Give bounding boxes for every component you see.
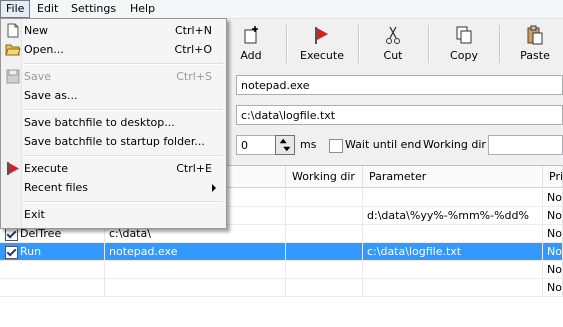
cell-workdir [286, 279, 363, 297]
cell-name [0, 261, 105, 279]
add-label: Add [240, 49, 262, 62]
menu-edit[interactable]: Edit [32, 1, 63, 17]
menu-item-label: Open... [24, 43, 64, 56]
cell-parameter: d:\data\%yy%-%mm%-%dd% [363, 207, 543, 225]
menu-item-label: Save [24, 70, 52, 83]
copy-icon [456, 26, 472, 44]
cell-priority: Nor [543, 189, 563, 207]
add-icon [244, 26, 258, 44]
menu-item-recent-files[interactable]: Recent files [3, 178, 224, 197]
menu-item-shortcut: Ctrl+O [174, 43, 212, 56]
menu-item-shortcut: Ctrl+E [176, 162, 212, 175]
execute-label: Execute [300, 49, 344, 62]
table-row[interactable]: Nor [0, 279, 563, 297]
row-enabled-checkbox[interactable] [5, 228, 18, 241]
open-folder-icon [5, 44, 21, 56]
file-menu-dropdown: New Ctrl+N Open... Ctrl+O Save Ctrl+S Sa… [0, 18, 227, 229]
working-dir-field[interactable] [488, 135, 563, 155]
cell-name [0, 279, 105, 297]
menu-separator [23, 155, 223, 157]
paste-button[interactable]: Paste [502, 23, 563, 65]
menu-file[interactable]: File [0, 0, 31, 18]
toolbar-separator [428, 25, 430, 63]
menu-separator [23, 109, 223, 111]
ms-label: ms [300, 138, 317, 151]
cell-parameter [363, 261, 543, 279]
save-disk-icon [6, 69, 20, 84]
cell-priority: Nor [543, 225, 563, 243]
cell-parameter [363, 189, 543, 207]
cell-parameter: c:\data\logfile.txt [363, 243, 543, 261]
cut-label: Cut [383, 49, 403, 62]
menu-settings[interactable]: Settings [66, 1, 121, 17]
copy-button[interactable]: Copy [431, 23, 497, 65]
parameter-field[interactable]: c:\data\logfile.txt [236, 105, 563, 125]
wait-until-end-label: Wait until end [345, 138, 422, 151]
menu-item-shortcut: Ctrl+S [176, 70, 212, 83]
cell-program: notepad.exe [105, 243, 286, 261]
menu-item-exit[interactable]: Exit [3, 205, 224, 224]
execute-icon [7, 162, 19, 175]
menu-item-shortcut: Ctrl+N [174, 24, 212, 37]
program-field[interactable]: notepad.exe [236, 75, 563, 95]
menu-help[interactable]: Help [125, 1, 160, 17]
copy-label: Copy [450, 49, 478, 62]
menu-item-execute[interactable]: Execute Ctrl+E [3, 159, 224, 178]
cell-program [105, 261, 286, 279]
menu-separator [23, 63, 223, 65]
wait-until-end-checkbox[interactable] [329, 139, 343, 153]
delay-spinner[interactable] [275, 135, 295, 155]
toolbar-separator [499, 25, 501, 63]
header-working-dir[interactable]: Working dir [286, 166, 363, 188]
menu-item-label: Exit [24, 208, 45, 221]
menu-item-label: Save as... [24, 89, 78, 102]
menu-item-save[interactable]: Save Ctrl+S [3, 67, 224, 86]
new-file-icon [7, 23, 19, 38]
menu-item-open[interactable]: Open... Ctrl+O [3, 40, 224, 59]
working-dir-label: Working dir [423, 138, 486, 151]
toolbar-separator [286, 25, 288, 63]
submenu-arrow-icon [212, 184, 216, 192]
menu-item-save-as[interactable]: Save as... [3, 86, 224, 105]
menu-item-save-batch-desktop[interactable]: Save batchfile to desktop... [3, 113, 224, 132]
cell-workdir [286, 261, 363, 279]
header-priority[interactable]: Pri [543, 166, 563, 188]
menu-item-label: Recent files [24, 181, 88, 194]
cut-icon [386, 26, 400, 44]
menu-item-label: New [24, 24, 48, 37]
table-row[interactable]: Nor [0, 261, 563, 279]
cell-workdir [286, 225, 363, 243]
cell-parameter [363, 279, 543, 297]
add-button[interactable]: Add [218, 23, 284, 65]
menu-bar: File Edit Settings Help [0, 0, 563, 19]
cell-parameter [363, 225, 543, 243]
execute-icon [315, 27, 328, 44]
paste-label: Paste [520, 49, 550, 62]
cell-priority: Nor [543, 279, 563, 297]
cell-program [105, 279, 286, 297]
execute-button[interactable]: Execute [289, 23, 355, 65]
cell-priority: Nor [543, 207, 563, 225]
cell-workdir [286, 207, 363, 225]
spinner-arrows-icon [279, 138, 291, 152]
paste-icon [527, 25, 543, 45]
cell-priority: Nor [543, 243, 563, 261]
menu-item-label: Execute [24, 162, 68, 175]
header-parameter[interactable]: Parameter [363, 166, 543, 188]
cell-priority: Nor [543, 261, 563, 279]
menu-item-label: Save batchfile to startup folder... [24, 135, 205, 148]
row-enabled-checkbox[interactable] [5, 246, 18, 259]
cell-workdir [286, 189, 363, 207]
menu-separator [23, 201, 223, 203]
table-row-selected[interactable]: Run notepad.exe c:\data\logfile.txt Nor [0, 243, 563, 261]
menu-item-new[interactable]: New Ctrl+N [3, 21, 224, 40]
cut-button[interactable]: Cut [360, 23, 426, 65]
menu-item-label: Save batchfile to desktop... [24, 116, 175, 129]
menu-item-save-batch-startup[interactable]: Save batchfile to startup folder... [3, 132, 224, 151]
cell-workdir [286, 243, 363, 261]
